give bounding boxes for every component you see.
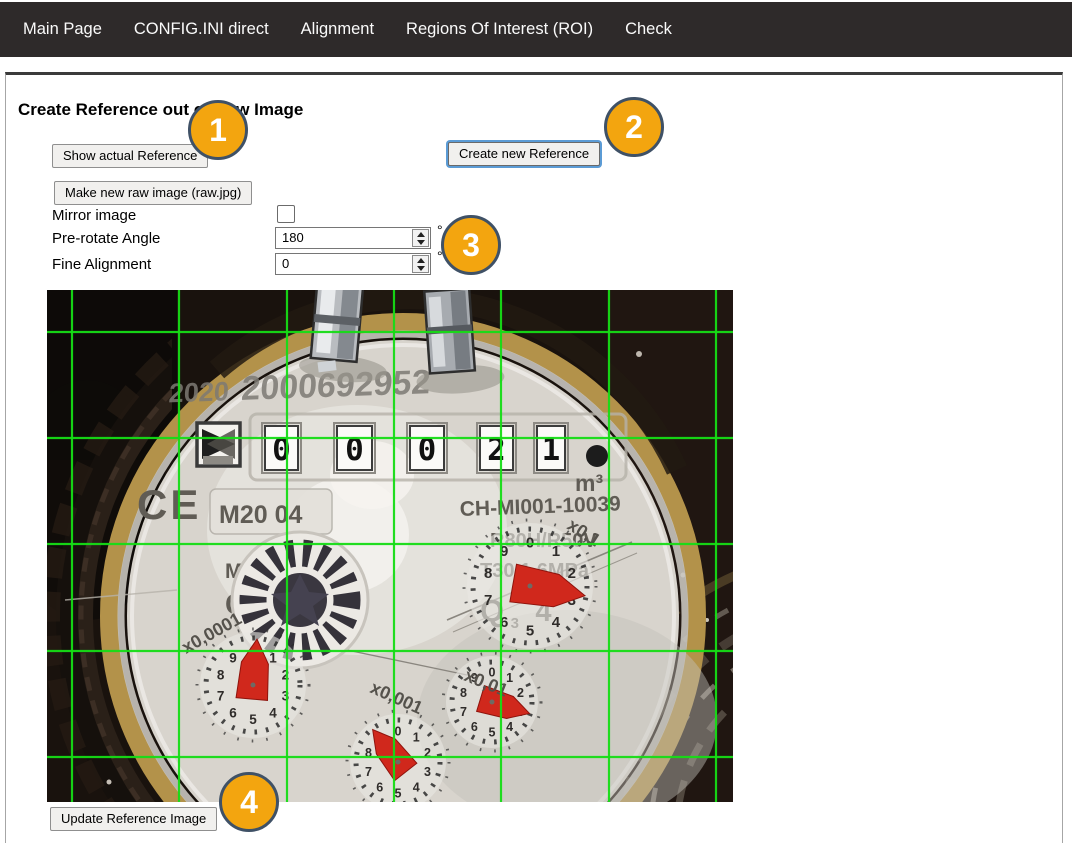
nav-item-alignment[interactable]: Alignment — [301, 20, 374, 39]
svg-text:5: 5 — [395, 787, 402, 801]
svg-text:1: 1 — [552, 543, 560, 560]
liters-dot — [586, 445, 608, 467]
navbar: Main Page CONFIG.INI direct Alignment Regio… — [0, 2, 1072, 57]
unit-label: m³ — [575, 470, 603, 496]
callout-circle-2: 2 — [604, 97, 664, 157]
mirror-image-label: Mirror image — [52, 207, 136, 224]
svg-text:3: 3 — [282, 688, 290, 703]
fine-alignment-label: Fine Alignment — [52, 256, 151, 273]
svg-text:8: 8 — [484, 565, 492, 582]
svg-text:8: 8 — [217, 667, 225, 682]
svg-text:3: 3 — [424, 765, 431, 779]
svg-text:4: 4 — [413, 781, 420, 795]
svg-text:9: 9 — [229, 650, 237, 665]
svg-text:1: 1 — [269, 650, 277, 665]
svg-text:7: 7 — [217, 688, 225, 703]
spinner-down-icon[interactable] — [417, 266, 425, 271]
callout-circle-4: 4 — [219, 772, 279, 832]
svg-text:6: 6 — [376, 781, 383, 795]
svg-text:8: 8 — [460, 686, 467, 700]
photo-scene: 2020 2000692952 00021 m³ CE M20 04 CH-MI… — [47, 290, 733, 802]
svg-text:5: 5 — [489, 726, 496, 740]
nav-item-main-page[interactable]: Main Page — [23, 20, 102, 39]
make-new-raw-image-button[interactable]: Make new raw image (raw.jpg) — [54, 181, 252, 205]
spinner-up-icon[interactable] — [417, 232, 425, 237]
nav-item-check[interactable]: Check — [625, 20, 672, 39]
svg-text:6: 6 — [229, 705, 237, 720]
nav-item-regions-of-interest-roi[interactable]: Regions Of Interest (ROI) — [406, 20, 593, 39]
nav-item-config-ini-direct[interactable]: CONFIG.INI direct — [134, 20, 269, 39]
show-actual-reference-button[interactable]: Show actual Reference — [52, 144, 208, 168]
fine-alignment-input[interactable]: 0 — [275, 253, 431, 275]
meter-logo-box — [197, 423, 240, 466]
page-title: Create Reference out of Raw Image — [18, 100, 303, 120]
svg-text:5: 5 — [526, 622, 534, 639]
callout-circle-1: 1 — [188, 100, 248, 160]
spinner-down-icon[interactable] — [417, 240, 425, 245]
svg-text:2: 2 — [568, 565, 576, 582]
svg-text:5: 5 — [249, 712, 257, 727]
page: Main Page CONFIG.INI direct Alignment Regio… — [0, 0, 1072, 843]
ce-mark: CE — [137, 481, 201, 528]
pre-rotate-angle-label: Pre-rotate Angle — [52, 230, 160, 247]
svg-text:7: 7 — [460, 705, 467, 719]
update-reference-image-button[interactable]: Update Reference Image — [50, 807, 217, 831]
pre-rotate-angle-input[interactable]: 180 — [275, 227, 431, 249]
svg-text:7: 7 — [365, 765, 372, 779]
fine-alignment-spinner[interactable] — [412, 255, 429, 273]
svg-text:4: 4 — [506, 720, 513, 734]
svg-text:6: 6 — [471, 720, 478, 734]
fine-alignment-value: 0 — [276, 254, 411, 274]
svg-text:0: 0 — [395, 725, 402, 739]
spinner-up-icon[interactable] — [417, 258, 425, 263]
meter-photo: 2020 2000692952 00021 m³ CE M20 04 CH-MI… — [47, 290, 733, 802]
create-new-reference-button[interactable]: Create new Reference — [448, 142, 600, 166]
svg-text:4: 4 — [552, 614, 561, 631]
svg-text:4: 4 — [269, 705, 277, 720]
m20-label: M20 04 — [219, 501, 302, 529]
svg-text:7: 7 — [484, 592, 492, 609]
svg-text:1: 1 — [413, 730, 420, 744]
callout-circle-3: 3 — [441, 215, 501, 275]
pre-rotate-angle-value: 180 — [276, 228, 411, 248]
mirror-image-checkbox[interactable] — [277, 205, 295, 223]
svg-text:2: 2 — [517, 686, 524, 700]
pre-rotate-spinner[interactable] — [412, 229, 429, 247]
